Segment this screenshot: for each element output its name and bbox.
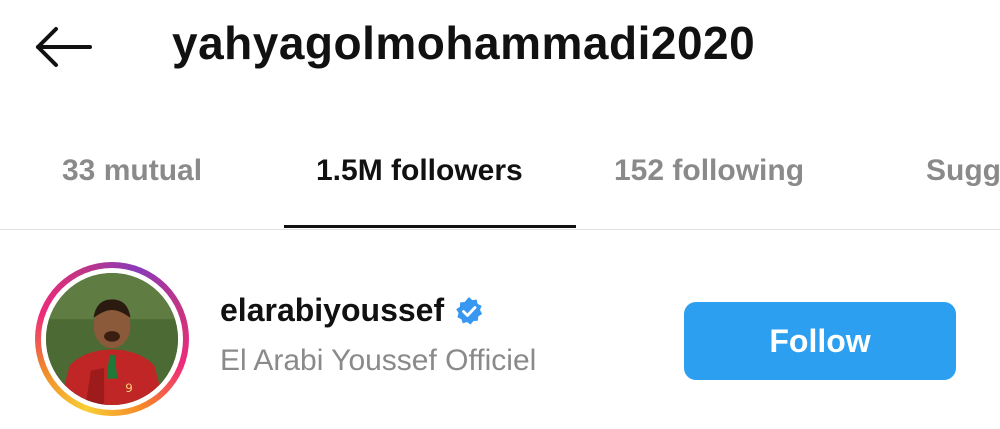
story-ring[interactable]: 9: [35, 262, 189, 416]
tab-following[interactable]: 152 following: [614, 154, 804, 188]
tab-suggested[interactable]: Sugg: [926, 154, 1000, 188]
list-item[interactable]: 9 elarabiyoussef El Arabi Youssef Offici…: [0, 250, 1000, 420]
follow-button[interactable]: Follow: [684, 302, 956, 380]
username[interactable]: elarabiyoussef: [220, 292, 444, 329]
tab-followers[interactable]: 1.5M followers: [316, 154, 523, 188]
top-bar: yahyagolmohammadi2020: [0, 0, 1000, 100]
svg-text:9: 9: [125, 381, 133, 395]
arrow-left-icon: [36, 27, 92, 67]
profile-username-title: yahyagolmohammadi2020: [172, 17, 756, 69]
active-tab-indicator: [284, 225, 576, 228]
tabs-divider: [0, 229, 1000, 230]
tab-mutual[interactable]: 33 mutual: [62, 154, 202, 188]
verified-badge-icon: [456, 296, 483, 324]
back-button[interactable]: [30, 22, 94, 72]
avatar-photo: 9: [46, 273, 178, 405]
avatar: 9: [46, 273, 178, 405]
full-name: El Arabi Youssef Officiel: [220, 344, 537, 377]
follow-tabs: 33 mutual 1.5M followers 152 following S…: [0, 138, 1000, 230]
username-line: elarabiyoussef: [220, 292, 484, 329]
